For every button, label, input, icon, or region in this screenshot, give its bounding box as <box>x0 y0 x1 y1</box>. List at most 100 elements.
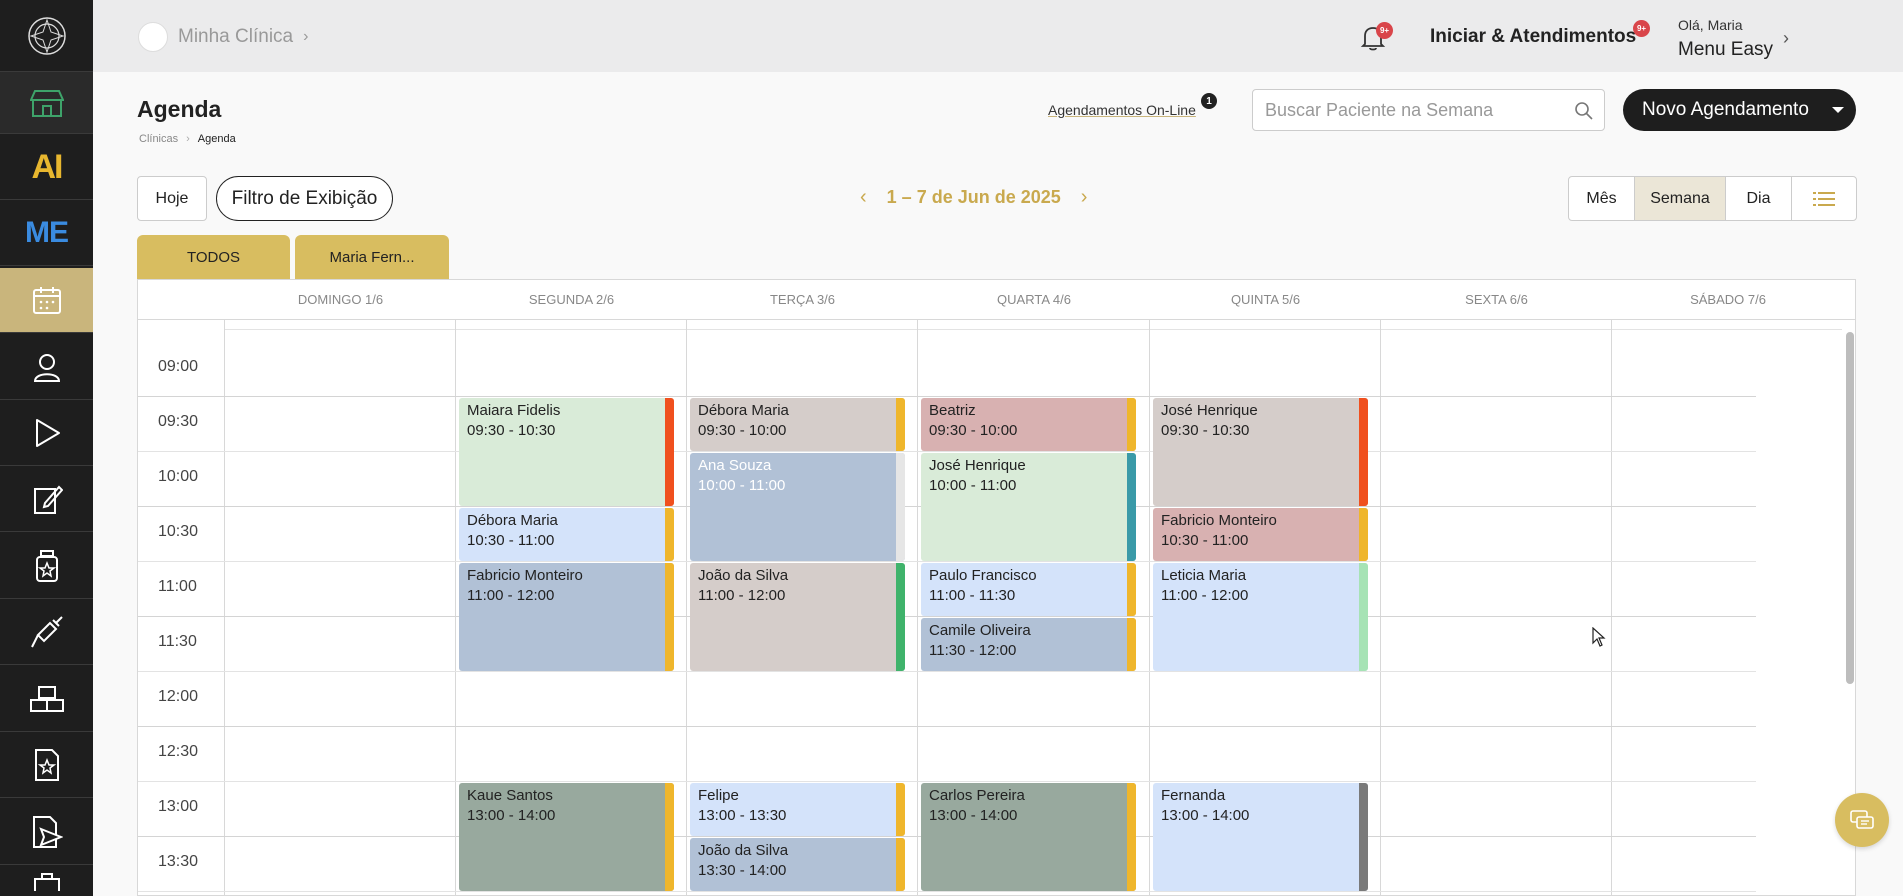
chat-button[interactable] <box>1835 793 1889 847</box>
appointment-card[interactable]: Paulo Francisco 11:00 - 11:30 <box>921 563 1136 616</box>
next-week-icon[interactable]: › <box>1081 186 1088 209</box>
appointment-card[interactable]: José Henrique 09:30 - 10:30 <box>1153 398 1368 506</box>
online-appointments-link[interactable]: Agendamentos On-Line <box>1048 102 1196 118</box>
appointment-time: 13:00 - 14:00 <box>929 807 1018 824</box>
document-send-icon <box>32 816 63 848</box>
time-label: 09:00 <box>158 358 199 375</box>
breadcrumb-clinicas[interactable]: Clínicas <box>139 133 178 145</box>
tab-todos[interactable]: TODOS <box>137 235 290 279</box>
view-month-button[interactable]: Mês <box>1569 177 1635 220</box>
appointment-card[interactable]: Kaue Santos 13:00 - 14:00 <box>459 783 674 891</box>
list-icon <box>1813 191 1835 206</box>
appointment-status-strip <box>1359 508 1368 561</box>
day-header: QUINTA 5/6 <box>1230 292 1301 307</box>
appointment-card[interactable]: Felipe 13:00 - 13:30 <box>690 783 905 836</box>
appointment-card[interactable]: José Henrique 10:00 - 11:00 <box>921 453 1136 561</box>
user-menu[interactable]: Menu Easy <box>1678 39 1773 61</box>
appointment-patient: Carlos Pereira <box>929 787 1025 804</box>
sidebar-item-favorites-doc[interactable] <box>0 733 93 798</box>
appointment-card[interactable]: Fabricio Monteiro 11:00 - 12:00 <box>459 563 674 671</box>
appointment-patient: José Henrique <box>929 457 1026 474</box>
appointment-card[interactable]: Débora Maria 09:30 - 10:00 <box>690 398 905 451</box>
search-input[interactable] <box>1265 99 1565 121</box>
appointment-card[interactable]: Carlos Pereira 13:00 - 14:00 <box>921 783 1136 891</box>
appointment-patient: Camile Oliveira <box>929 622 1031 639</box>
sidebar-item-send-doc[interactable] <box>0 800 93 865</box>
chevron-right-icon[interactable]: › <box>1783 28 1789 49</box>
day-header: SEGUNDA 2/6 <box>528 292 615 307</box>
grid-line <box>138 781 1756 782</box>
appointment-status-strip <box>896 838 905 891</box>
sidebar-item-me[interactable]: ME <box>0 201 93 266</box>
time-label: 12:30 <box>158 743 199 760</box>
sidebar-item-edit-forms[interactable] <box>0 467 93 532</box>
atendimentos-badge: 9+ <box>1633 20 1650 37</box>
appointment-status-strip <box>1127 453 1136 561</box>
appointment-card[interactable]: Ana Souza 10:00 - 11:00 <box>690 453 905 561</box>
time-label: 13:00 <box>158 798 199 815</box>
appointment-card[interactable]: Fernanda 13:00 - 14:00 <box>1153 783 1368 891</box>
appointment-card[interactable]: Maiara Fidelis 09:30 - 10:30 <box>459 398 674 506</box>
document-star-icon <box>34 749 59 781</box>
appointment-patient: Fernanda <box>1161 787 1226 804</box>
time-label: 09:30 <box>158 413 199 430</box>
appointment-patient: Ana Souza <box>698 457 772 474</box>
sidebar-item-ai[interactable]: AI <box>0 135 93 200</box>
day-header: SEXTA 6/6 <box>1465 292 1528 307</box>
appointment-card[interactable]: João da Silva 11:00 - 12:00 <box>690 563 905 671</box>
syringe-icon <box>30 616 63 648</box>
briefcase-icon <box>33 873 60 891</box>
clinic-logo <box>138 22 168 52</box>
appointment-status-strip <box>665 563 674 671</box>
sidebar-item-more[interactable] <box>0 866 93 896</box>
chevron-right-icon: › <box>303 28 309 45</box>
sidebar-item-stock[interactable] <box>0 667 93 732</box>
breadcrumb-separator: › <box>186 133 190 145</box>
day-header: DOMINGO 1/6 <box>297 292 384 307</box>
appointment-card[interactable]: Leticia Maria 11:00 - 12:00 <box>1153 563 1368 671</box>
appointment-card[interactable]: Camile Oliveira 11:30 - 12:00 <box>921 618 1136 671</box>
new-appointment-button[interactable]: Novo Agendamento <box>1623 89 1856 131</box>
grid-line <box>138 451 1756 452</box>
sidebar-item-injection[interactable] <box>0 600 93 665</box>
appointment-time: 11:00 - 11:30 <box>929 587 1016 604</box>
sidebar-item-agenda[interactable] <box>0 268 93 333</box>
prev-week-icon[interactable]: ‹ <box>860 186 867 209</box>
calendar-scrollbar[interactable] <box>1846 332 1854 684</box>
appointment-card[interactable]: Fabricio Monteiro 10:30 - 11:00 <box>1153 508 1368 561</box>
view-day-button[interactable]: Dia <box>1726 177 1792 220</box>
today-button[interactable]: Hoje <box>137 176 207 221</box>
display-filter-button[interactable]: Filtro de Exibição <box>216 176 393 221</box>
clinic-selector[interactable]: Minha Clínica › <box>138 22 308 52</box>
appointment-status-strip <box>1359 398 1368 506</box>
caret-down-icon[interactable] <box>1832 107 1844 113</box>
sidebar-item-store[interactable] <box>0 72 93 134</box>
sidebar-item-patients[interactable] <box>0 335 93 400</box>
brand-logo[interactable] <box>0 0 93 72</box>
view-week-button[interactable]: Semana <box>1635 177 1726 220</box>
appointment-card[interactable]: Beatriz 09:30 - 10:00 <box>921 398 1136 451</box>
date-range: 1 – 7 de Jun de 2025 <box>886 187 1061 207</box>
grid-divider <box>1149 320 1150 895</box>
appointment-patient: Kaue Santos <box>467 787 553 804</box>
grid-divider <box>224 320 225 895</box>
appointment-time: 09:30 - 10:00 <box>698 422 787 439</box>
appointment-card[interactable]: João da Silva 13:30 - 14:00 <box>690 838 905 891</box>
search-icon[interactable] <box>1574 101 1594 121</box>
sidebar-item-medication[interactable] <box>0 534 93 599</box>
sidebar-item-play[interactable] <box>0 401 93 466</box>
grid-divider <box>455 320 456 895</box>
appointment-time: 10:00 - 11:00 <box>929 477 1017 494</box>
store-icon <box>29 89 64 117</box>
appointment-card[interactable]: Débora Maria 10:30 - 11:00 <box>459 508 674 561</box>
tab-maria-fern[interactable]: Maria Fern... <box>295 235 449 279</box>
page-title: Agenda <box>137 96 222 122</box>
appointment-patient: Débora Maria <box>698 402 789 419</box>
appointment-time: 10:30 - 11:00 <box>467 532 555 549</box>
iniciar-atendimentos-button[interactable]: Iniciar & Atendimentos <box>1430 26 1636 48</box>
appointment-patient: João da Silva <box>698 567 789 584</box>
appointment-status-strip <box>1127 783 1136 891</box>
day-header: TERÇA 3/6 <box>769 292 836 307</box>
view-list-button[interactable] <box>1792 177 1856 220</box>
appointment-patient: Fabricio Monteiro <box>1161 512 1277 529</box>
